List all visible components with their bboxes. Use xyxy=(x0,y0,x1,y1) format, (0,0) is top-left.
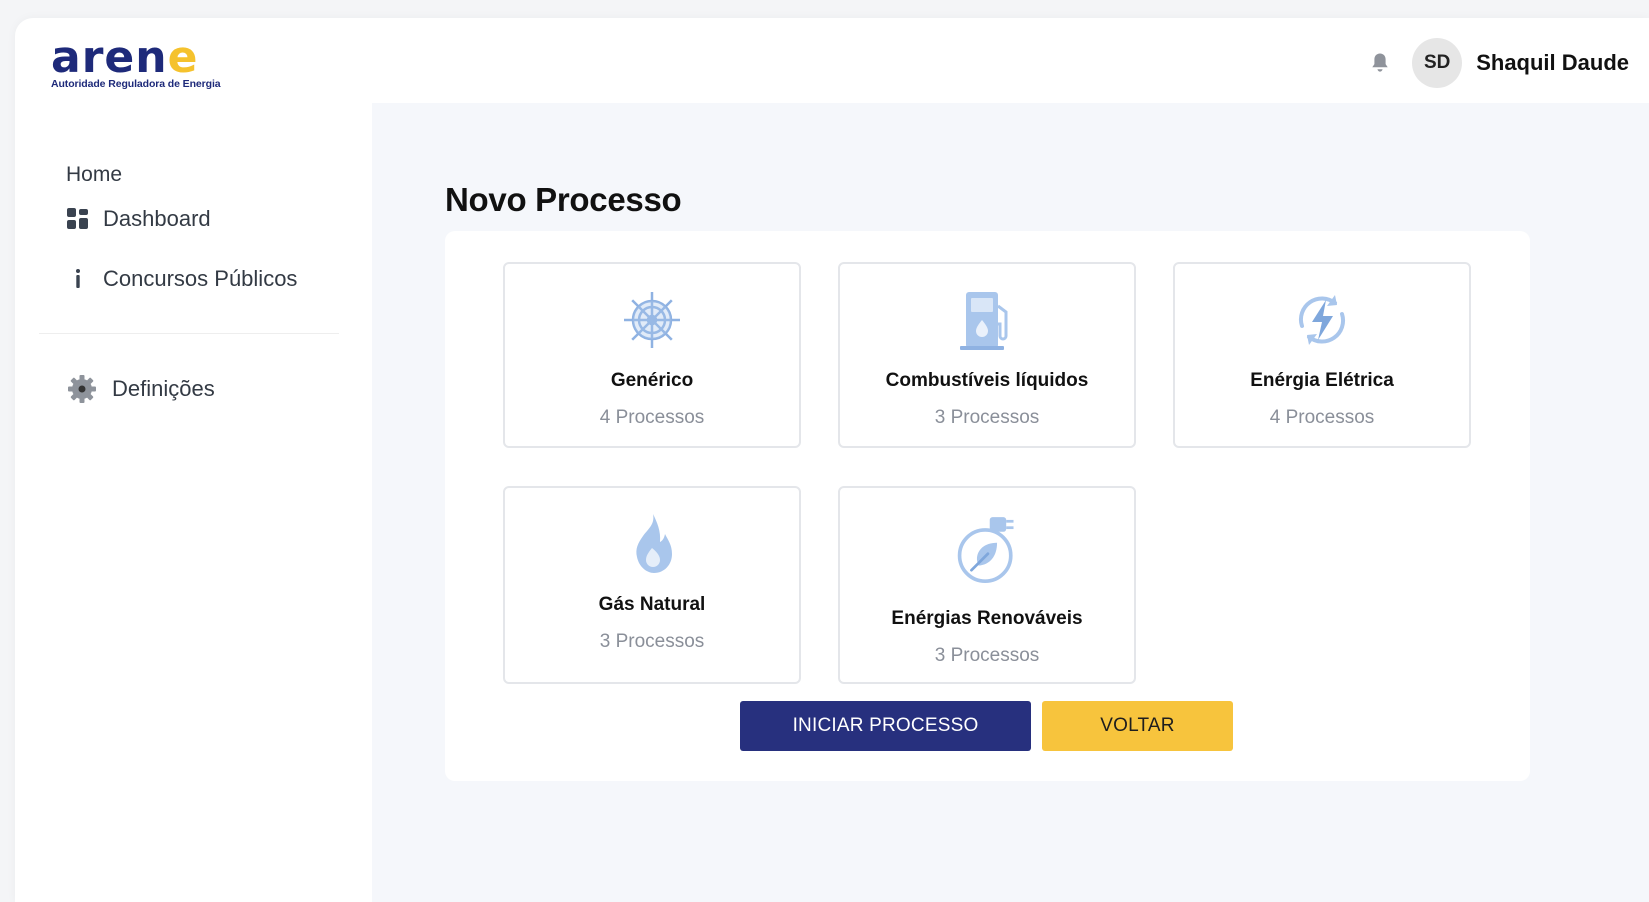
logo-wordmark: aren e xyxy=(51,32,241,83)
sidebar-item-concursos[interactable]: Concursos Públicos xyxy=(66,266,297,292)
sidebar: Home Dashboard Concursos Públicos Defini… xyxy=(15,103,372,902)
leaf-plug-icon xyxy=(955,512,1019,590)
card-count: 3 Processos xyxy=(599,631,705,652)
avatar[interactable]: SD xyxy=(1412,38,1463,88)
fuel-pump-icon xyxy=(955,288,1019,352)
sidebar-item-label: Dashboard xyxy=(103,206,211,231)
sidebar-divider xyxy=(39,333,339,334)
user-name[interactable]: Shaquil Daude xyxy=(1476,50,1629,76)
card-count: 4 Processos xyxy=(1269,407,1375,428)
info-icon xyxy=(66,267,90,291)
card-title: Combustíveis líquidos xyxy=(885,370,1089,391)
card-count: 4 Processos xyxy=(599,407,705,428)
brand-logo[interactable]: aren e Autoridade Reguladora de Energia xyxy=(51,32,241,93)
logo-text-main: aren xyxy=(51,32,168,83)
sidebar-item-label: Concursos Públicos xyxy=(103,266,298,291)
card-title: Gás Natural xyxy=(598,594,706,615)
sidebar-home-heading[interactable]: Home xyxy=(66,163,122,187)
card-count: 3 Processos xyxy=(934,645,1040,666)
card-energias-renovaveis[interactable]: Enérgias Renováveis 3 Processos xyxy=(838,486,1136,684)
lightning-icon xyxy=(1290,288,1354,352)
logo-text-accent: e xyxy=(167,32,199,83)
card-generico[interactable]: Genérico 4 Processos xyxy=(503,262,801,448)
page-title: Novo Processo xyxy=(445,181,682,218)
card-energia-eletrica[interactable]: Enérgia Elétrica 4 Processos xyxy=(1173,262,1471,448)
sidebar-item-label: Definições xyxy=(112,376,215,401)
card-title: Enérgias Renováveis xyxy=(891,608,1083,629)
gear-icon xyxy=(66,373,98,405)
card-count: 3 Processos xyxy=(934,407,1040,428)
sidebar-item-dashboard[interactable]: Dashboard xyxy=(66,206,211,232)
user-area: SD Shaquil Daude xyxy=(1368,38,1629,88)
app-window: aren e Autoridade Reguladora de Energia S… xyxy=(15,18,1649,902)
back-button[interactable]: VOLTAR xyxy=(1042,701,1233,751)
flame-icon xyxy=(620,512,684,576)
card-gas-natural[interactable]: Gás Natural 3 Processos xyxy=(503,486,801,684)
logo-subtitle: Autoridade Reguladora de Energia xyxy=(51,78,221,90)
start-process-button[interactable]: INICIAR PROCESSO xyxy=(740,701,1031,751)
bell-icon[interactable] xyxy=(1368,51,1392,75)
wheel-icon xyxy=(620,288,684,352)
grid-icon xyxy=(66,207,90,231)
sidebar-item-definicoes[interactable]: Definições xyxy=(66,373,215,405)
process-panel: Genérico 4 Processos Combustíveis líquid… xyxy=(445,231,1530,781)
card-title: Enérgia Elétrica xyxy=(1250,370,1394,391)
card-combustiveis[interactable]: Combustíveis líquidos 3 Processos xyxy=(838,262,1136,448)
main-content: Novo Processo Genérico 4 Processos Combu… xyxy=(372,103,1649,902)
card-title: Genérico xyxy=(610,370,694,391)
